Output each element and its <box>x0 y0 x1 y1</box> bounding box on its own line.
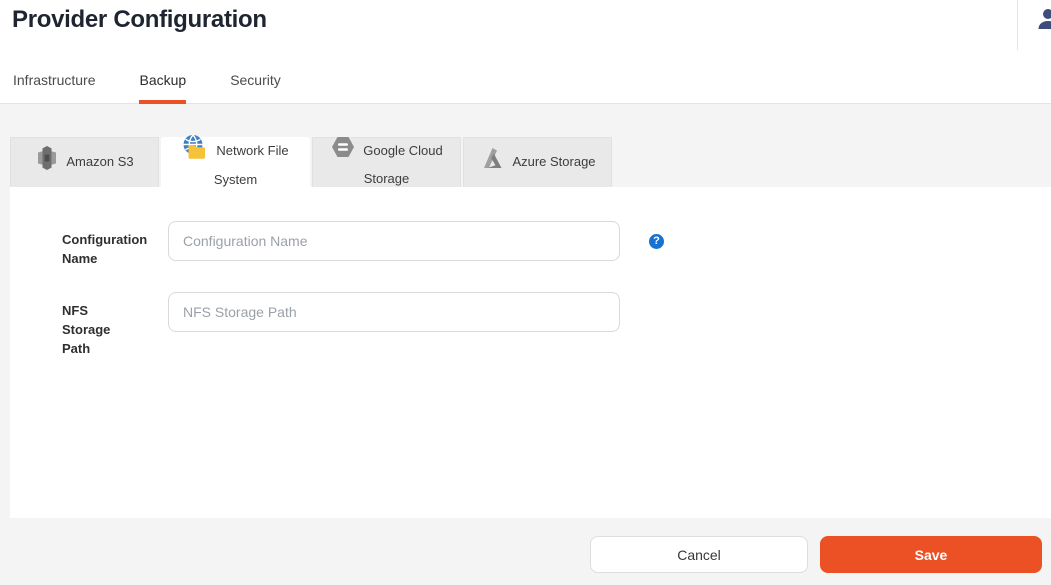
configuration-name-label: Configuration Name <box>62 221 138 268</box>
nfs-storage-path-input[interactable] <box>168 292 620 332</box>
tab-infrastructure[interactable]: Infrastructure <box>13 72 95 104</box>
cancel-button[interactable]: Cancel <box>590 536 808 573</box>
header: Provider Configuration Infrastructure Ba… <box>0 0 1051 104</box>
azure-storage-icon <box>479 146 505 177</box>
provider-tab-label: Google Cloud Storage <box>363 142 443 185</box>
tab-security[interactable]: Security <box>230 72 281 104</box>
provider-tab-azure-storage[interactable]: Azure Storage <box>463 137 612 187</box>
configuration-name-input[interactable] <box>168 221 620 261</box>
nfs-storage-path-label: NFS Storage Path <box>62 292 138 358</box>
network-file-system-icon <box>182 134 209 167</box>
amazon-s3-icon <box>35 145 59 178</box>
save-button[interactable]: Save <box>820 536 1042 573</box>
nfs-storage-path-row: NFS Storage Path <box>62 292 1051 358</box>
provider-tab-label: Amazon S3 <box>66 154 133 169</box>
provider-tab-label: Azure Storage <box>512 154 595 169</box>
provider-tab-label: Network File System <box>214 142 289 186</box>
tab-backup[interactable]: Backup <box>139 72 186 104</box>
provider-form-panel: Configuration Name ? NFS Storage Path <box>10 187 1051 518</box>
provider-tabs: Amazon S3 Network File System Google Clo <box>10 137 612 187</box>
main-nav-tabs: Infrastructure Backup Security <box>13 72 281 104</box>
header-divider <box>1017 0 1018 50</box>
provider-tab-network-file-system[interactable]: Network File System <box>161 137 310 187</box>
user-account-icon[interactable] <box>1036 7 1051 31</box>
provider-tab-google-cloud-storage[interactable]: Google Cloud Storage <box>312 137 461 187</box>
help-icon[interactable]: ? <box>649 234 664 249</box>
configuration-name-row: Configuration Name ? <box>62 187 1051 268</box>
google-cloud-storage-icon <box>330 135 356 166</box>
page-title: Provider Configuration <box>12 6 267 34</box>
footer-action-bar: Cancel Save <box>0 518 1051 585</box>
provider-tab-amazon-s3[interactable]: Amazon S3 <box>10 137 159 187</box>
